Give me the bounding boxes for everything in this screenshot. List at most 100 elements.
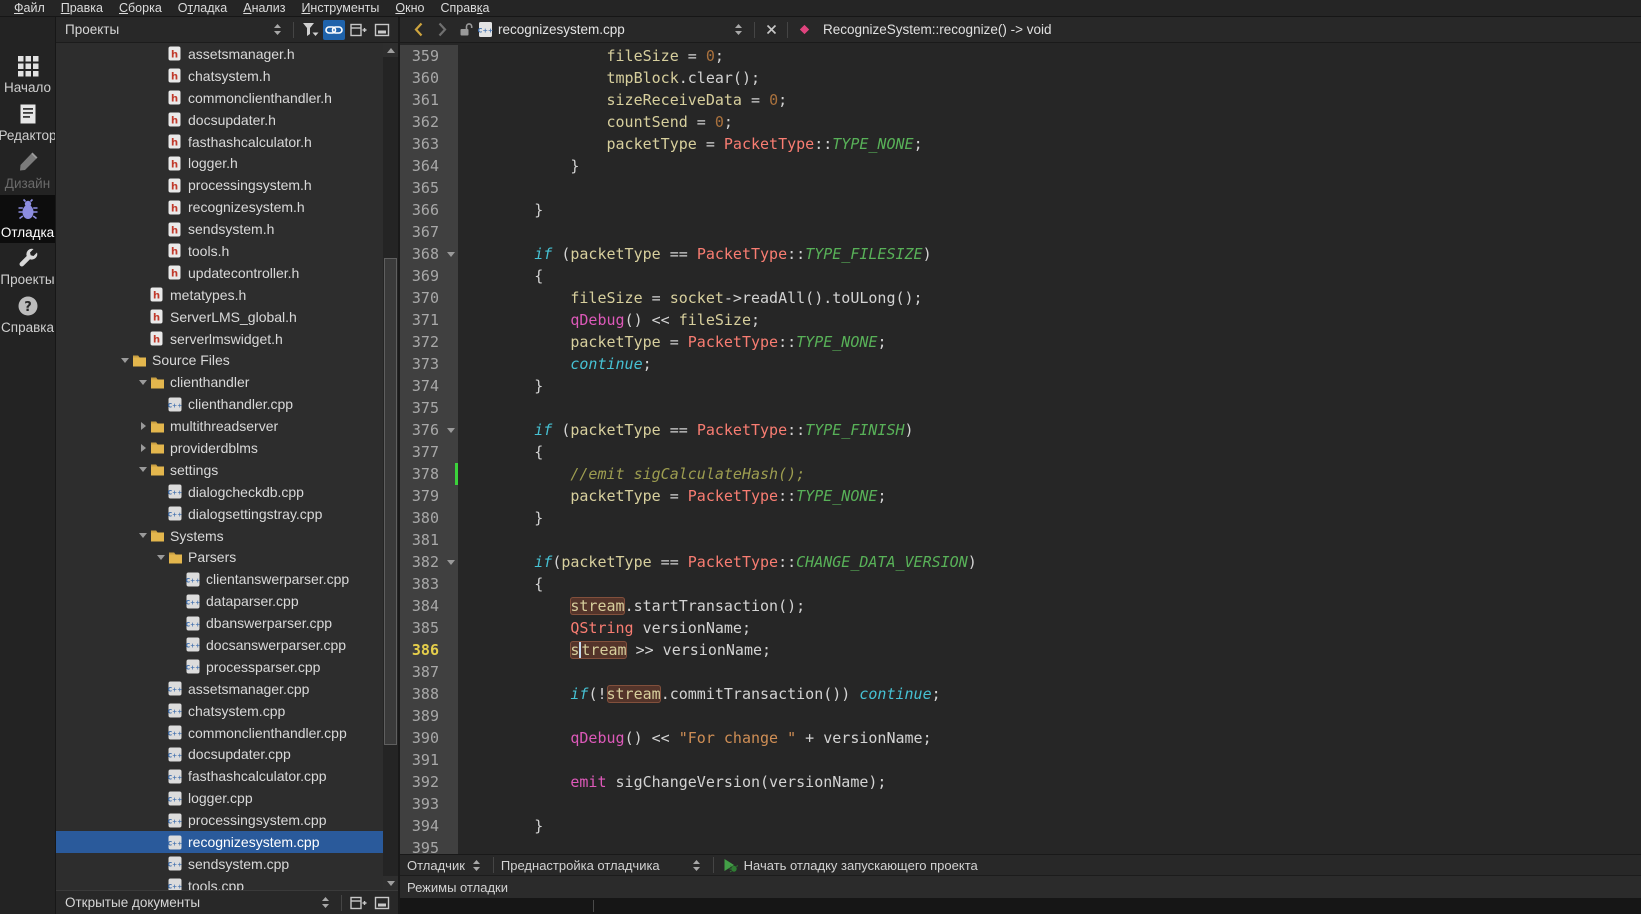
mode-button-справка[interactable]: ?Справка <box>0 291 55 339</box>
split-pane-icon[interactable] <box>347 893 369 913</box>
line-number[interactable]: 376 <box>400 419 458 441</box>
scrollbar-up-arrow[interactable] <box>383 43 398 57</box>
line-number[interactable]: 384 <box>400 595 458 617</box>
expand-arrow-open-icon[interactable] <box>136 467 150 472</box>
tree-item[interactable]: C++sendsystem.cpp <box>56 853 383 875</box>
panel-selector-updown-icon[interactable] <box>266 20 288 40</box>
mode-button-дизайн[interactable]: Дизайн <box>0 147 55 195</box>
tree-item[interactable]: C++assetsmanager.cpp <box>56 678 383 700</box>
tree-item[interactable]: C++clientanswerparser.cpp <box>56 568 383 590</box>
line-number[interactable]: 393 <box>400 793 458 815</box>
tree-item[interactable]: Source Files <box>56 349 383 371</box>
tree-item[interactable]: C++dialogsettingstray.cpp <box>56 503 383 525</box>
tree-item[interactable]: hServerLMS_global.h <box>56 306 383 328</box>
tree-scrollbar[interactable] <box>383 43 398 890</box>
line-number[interactable]: 383 <box>400 573 458 595</box>
line-number[interactable]: 388 <box>400 683 458 705</box>
expand-arrow-open-icon[interactable] <box>154 555 168 560</box>
line-number[interactable]: 379 <box>400 485 458 507</box>
line-number[interactable]: 362 <box>400 111 458 133</box>
tree-item[interactable]: C++tools.cpp <box>56 875 383 890</box>
line-number[interactable]: 390 <box>400 727 458 749</box>
debug-modes-label[interactable]: Режимы отладки <box>407 880 508 895</box>
close-panel-icon[interactable] <box>371 20 393 40</box>
tree-item[interactable]: C++chatsystem.cpp <box>56 700 383 722</box>
line-number[interactable]: 368 <box>400 243 458 265</box>
tree-item[interactable]: providerdblms <box>56 437 383 459</box>
tree-item-selected[interactable]: C++recognizesystem.cpp <box>56 831 383 853</box>
tree-item[interactable]: hchatsystem.h <box>56 65 383 87</box>
tree-item[interactable]: hcommonclienthandler.h <box>56 87 383 109</box>
mode-button-отладка[interactable]: Отладка <box>0 195 55 243</box>
lock-open-icon[interactable] <box>454 19 478 41</box>
tree-item[interactable]: hlogger.h <box>56 152 383 174</box>
scrollbar-down-arrow[interactable] <box>383 876 398 890</box>
line-number-current[interactable]: 386 <box>400 639 458 661</box>
line-number[interactable]: 360 <box>400 67 458 89</box>
mode-button-начало[interactable]: Начало <box>0 51 55 99</box>
tree-item[interactable]: hupdatecontroller.h <box>56 262 383 284</box>
line-number[interactable]: 391 <box>400 749 458 771</box>
line-number[interactable]: 395 <box>400 837 458 854</box>
line-number[interactable]: 359 <box>400 45 458 67</box>
expand-arrow-closed-icon[interactable] <box>136 444 150 452</box>
expand-arrow-open-icon[interactable] <box>118 358 132 363</box>
tree-item[interactable]: C++dialogcheckdb.cpp <box>56 481 383 503</box>
start-debugging-icon[interactable] <box>719 855 741 875</box>
sync-with-editor-link-icon[interactable] <box>323 20 345 40</box>
fold-marker-icon[interactable] <box>447 560 455 565</box>
tree-item[interactable]: C++processingsystem.cpp <box>56 809 383 831</box>
expand-arrow-open-icon[interactable] <box>136 380 150 385</box>
mode-button-редактор[interactable]: Редактор <box>0 99 55 147</box>
line-number[interactable]: 374 <box>400 375 458 397</box>
go-forward-icon[interactable] <box>430 19 454 41</box>
line-number[interactable]: 394 <box>400 815 458 837</box>
filter-icon[interactable] <box>299 20 321 40</box>
tree-item[interactable]: hprocessingsystem.h <box>56 174 383 196</box>
line-number[interactable]: 375 <box>400 397 458 419</box>
go-back-icon[interactable] <box>406 19 430 41</box>
tree-item[interactable]: Parsers <box>56 546 383 568</box>
menu-item[interactable]: Справка <box>432 0 497 16</box>
menu-item[interactable]: Анализ <box>235 0 293 16</box>
line-number[interactable]: 371 <box>400 309 458 331</box>
panel-title[interactable]: Проекты <box>65 22 119 37</box>
open-documents-label[interactable]: Открытые документы <box>65 895 200 910</box>
tree-item[interactable]: clienthandler <box>56 371 383 393</box>
tree-item[interactable]: htools.h <box>56 240 383 262</box>
line-number[interactable]: 381 <box>400 529 458 551</box>
tree-item[interactable]: C++commonclienthandler.cpp <box>56 722 383 744</box>
line-number[interactable]: 389 <box>400 705 458 727</box>
menu-item[interactable]: Окно <box>387 0 432 16</box>
tree-item[interactable]: C++docsanswerparser.cpp <box>56 634 383 656</box>
tree-item[interactable]: C++processparser.cpp <box>56 656 383 678</box>
menu-item[interactable]: Правка <box>53 0 111 16</box>
tree-item[interactable]: C++clienthandler.cpp <box>56 393 383 415</box>
start-debugging-label[interactable]: Начать отладку запускающего проекта <box>744 858 978 873</box>
tree-item[interactable]: hrecognizesystem.h <box>56 196 383 218</box>
tree-item[interactable]: C++dataparser.cpp <box>56 590 383 612</box>
line-number[interactable]: 361 <box>400 89 458 111</box>
fold-marker-icon[interactable] <box>447 428 455 433</box>
tree-item[interactable]: hmetatypes.h <box>56 284 383 306</box>
document-selector[interactable]: C++ recognizesystem.cpp <box>478 20 750 40</box>
current-symbol-label[interactable]: RecognizeSystem::recognize() -> void <box>823 22 1051 37</box>
fold-marker-icon[interactable] <box>447 252 455 257</box>
line-number[interactable]: 366 <box>400 199 458 221</box>
menu-item[interactable]: Файл <box>6 0 53 16</box>
menu-item[interactable]: Инструменты <box>293 0 387 16</box>
line-number[interactable]: 370 <box>400 287 458 309</box>
tree-item[interactable]: C++logger.cpp <box>56 787 383 809</box>
debugger-preset-label[interactable]: Преднастройка отладчика <box>501 858 660 873</box>
tree-item[interactable]: C++dbanswerparser.cpp <box>56 612 383 634</box>
line-number[interactable]: 387 <box>400 661 458 683</box>
expand-arrow-open-icon[interactable] <box>136 533 150 538</box>
line-number[interactable]: 372 <box>400 331 458 353</box>
menu-item[interactable]: Сборка <box>111 0 170 16</box>
expand-arrow-closed-icon[interactable] <box>136 422 150 430</box>
line-number[interactable]: 369 <box>400 265 458 287</box>
menu-item[interactable]: Отладка <box>170 0 235 16</box>
line-number[interactable]: 373 <box>400 353 458 375</box>
line-number[interactable]: 363 <box>400 133 458 155</box>
mode-button-проекты[interactable]: Проекты <box>0 243 55 291</box>
